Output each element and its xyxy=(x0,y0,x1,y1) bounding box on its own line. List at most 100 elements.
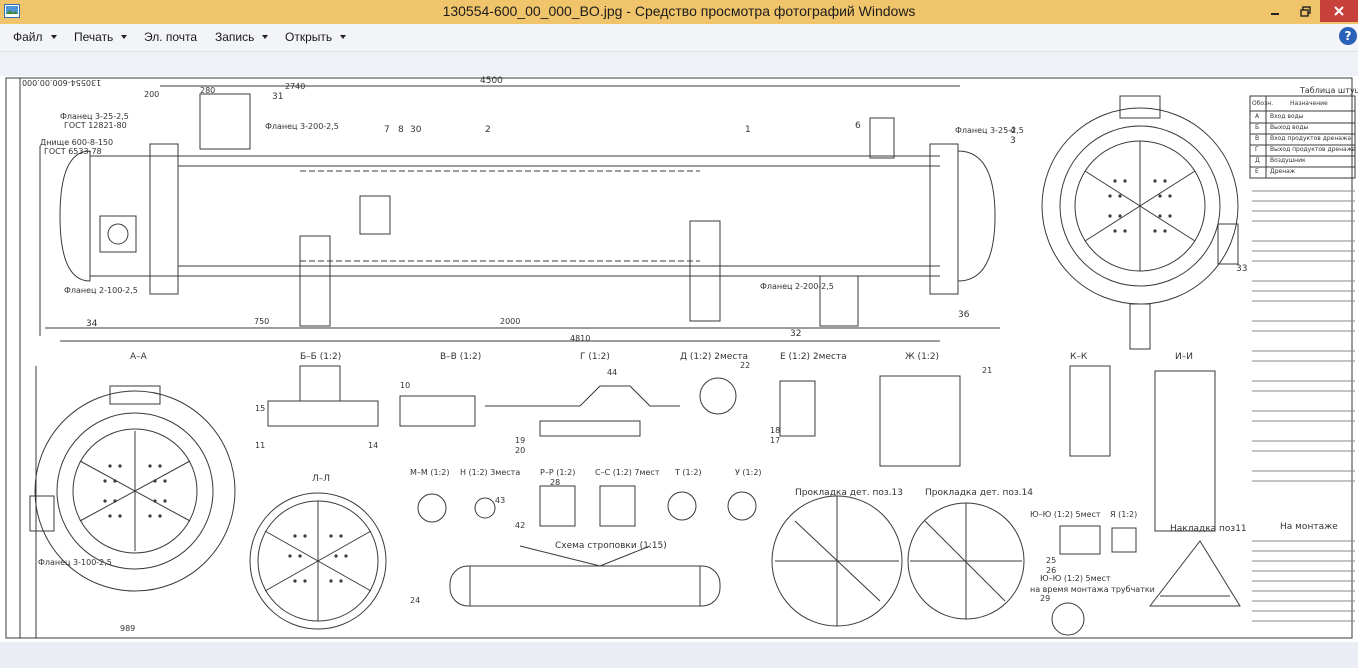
callout-26: 26 xyxy=(1046,566,1057,575)
chevron-down-icon xyxy=(50,35,57,39)
minimize-icon xyxy=(1271,13,1279,15)
gost-6533-label: ГОСТ 6533-78 xyxy=(44,147,102,156)
sling-scheme-title: Схема строповки (1:15) xyxy=(555,541,667,551)
menu-burn[interactable]: Запись xyxy=(215,30,269,44)
callout-6: 6 xyxy=(855,121,861,131)
menu-print-label: Печать xyxy=(74,30,114,44)
dim-2000: 2000 xyxy=(500,317,521,326)
menu-open[interactable]: Открыть xyxy=(285,30,347,44)
flange-right-bottom-label: Фланец 2-200-2,5 xyxy=(760,282,834,291)
callout-32: 32 xyxy=(790,329,802,339)
callout-34: 34 xyxy=(86,319,98,329)
section-ll xyxy=(249,492,387,630)
menu-email-label: Эл. почта xyxy=(144,30,198,44)
callout-42: 42 xyxy=(515,521,526,530)
callout-22: 22 xyxy=(740,361,751,370)
callout-11: 11 xyxy=(255,441,266,450)
menu-file[interactable]: Файл xyxy=(13,30,57,44)
minimize-button[interactable] xyxy=(1260,0,1290,22)
section-title-ss: С–С (1:2) 7мест xyxy=(595,468,660,477)
title-bar: 130554-600_00_000_BO.jpg - Средство прос… xyxy=(0,0,1358,24)
help-button[interactable]: ? xyxy=(1339,27,1357,45)
chevron-down-icon xyxy=(340,35,347,39)
callout-7: 7 xyxy=(384,125,390,135)
section-title-t: Т (1:2) xyxy=(675,468,702,477)
dim-4810: 4810 xyxy=(570,334,591,343)
pad-11 xyxy=(1148,540,1241,607)
yuyu-assembly-title: Ю–Ю (1:2) 5мест xyxy=(1040,574,1111,583)
nozzle-row-purpose: Выход воды xyxy=(1270,124,1309,131)
restore-icon xyxy=(1299,5,1311,17)
callout-8: 8 xyxy=(398,125,404,135)
section-title-u: У (1:2) xyxy=(735,468,762,477)
engineering-drawing xyxy=(5,77,1356,639)
status-bar xyxy=(0,642,1358,668)
callout-3: 3 xyxy=(1010,136,1016,146)
detail-views xyxy=(267,365,1216,532)
section-title-vv: В–В (1:2) xyxy=(440,352,482,362)
end-view-right xyxy=(1041,95,1239,350)
callout-28: 28 xyxy=(550,478,561,487)
callout-18: 18 xyxy=(770,426,781,435)
nozzle-row-purpose: Выход продуктов дренажа xyxy=(1270,146,1356,153)
callout-31: 31 xyxy=(272,92,284,102)
nozzle-table-header-1: Назначение xyxy=(1290,100,1328,107)
window-title: 130554-600_00_000_BO.jpg - Средство прос… xyxy=(442,3,916,19)
callout-1: 1 xyxy=(745,125,751,135)
callout-25: 25 xyxy=(1046,556,1057,565)
callout-17: 17 xyxy=(770,436,781,445)
flange-3-200-label: Фланец 3-200-2,5 xyxy=(265,122,339,131)
gasket-13 xyxy=(771,495,903,627)
callout-30: 30 xyxy=(410,125,422,135)
image-viewport[interactable]: 130554-600.00.000 4500 2740 280 200 2000… xyxy=(0,76,1358,642)
callout-4: 4 xyxy=(1010,126,1016,136)
pad-11-title: Накладка поз11 xyxy=(1170,524,1247,534)
callout-36: 36 xyxy=(958,310,970,320)
help-icon: ? xyxy=(1344,29,1352,43)
menu-file-label: Файл xyxy=(13,30,43,44)
gasket-13-title: Прокладка дет. поз.13 xyxy=(795,488,903,498)
callout-44: 44 xyxy=(607,368,618,377)
section-title-aa: А–А xyxy=(130,352,147,362)
restore-button[interactable] xyxy=(1290,0,1320,22)
callout-10: 10 xyxy=(400,381,411,390)
chevron-down-icon xyxy=(121,35,128,39)
section-title-d: Д (1:2) 2места xyxy=(680,352,749,362)
dim-200: 200 xyxy=(144,90,160,99)
nozzle-row-purpose: Вход воды xyxy=(1270,113,1304,120)
dim-2740: 2740 xyxy=(285,82,306,91)
nozzle-table-title: Таблица штуцеров xyxy=(1300,86,1358,95)
callout-33: 33 xyxy=(1236,264,1248,274)
assembly-note: на время монтажа трубчатки xyxy=(1030,585,1155,594)
dim-overall-length: 4500 xyxy=(480,76,503,86)
nozzle-row-code: Е xyxy=(1255,168,1259,175)
nozzle-row-code: А xyxy=(1255,113,1260,120)
dim-280: 280 xyxy=(200,86,216,95)
drawing-stamp: 130554-600.00.000 xyxy=(22,78,102,87)
tube-hole-pattern xyxy=(103,179,1172,583)
menu-open-label: Открыть xyxy=(285,30,333,44)
callout-19: 19 xyxy=(515,436,526,445)
callout-43: 43 xyxy=(495,496,506,505)
callout-21: 21 xyxy=(982,366,993,375)
flange-3-100-label: Фланец 3-100-2,5 xyxy=(38,558,112,567)
menu-burn-label: Запись xyxy=(215,30,255,44)
callout-29: 29 xyxy=(1040,594,1051,603)
callout-2: 2 xyxy=(485,125,491,135)
section-title-ya: Я (1:2) xyxy=(1110,510,1138,519)
section-title-e: Е (1:2) 2места xyxy=(780,352,847,362)
menu-email[interactable]: Эл. почта xyxy=(144,30,197,44)
close-button[interactable] xyxy=(1320,0,1358,22)
bottom-flange-label: Фланец 2-100-2,5 xyxy=(64,286,138,295)
section-title-mm: М–М (1:2) xyxy=(410,468,450,477)
section-title-kk: К–К xyxy=(1070,352,1088,362)
gasket-14 xyxy=(907,502,1025,620)
nozzle-row-purpose: Вход продуктов дренажа xyxy=(1270,135,1352,142)
menu-print[interactable]: Печать xyxy=(74,30,128,44)
notes-heading: На монтаже xyxy=(1280,522,1338,532)
dim-750: 750 xyxy=(254,317,270,326)
section-title-zh: Ж (1:2) xyxy=(905,352,940,362)
flange-label-upper-left: Фланец 3-25-2,5 xyxy=(60,112,129,121)
section-title-bb: Б–Б (1:2) xyxy=(300,352,342,362)
section-title-yuyu: Ю–Ю (1:2) 5мест xyxy=(1030,510,1101,519)
